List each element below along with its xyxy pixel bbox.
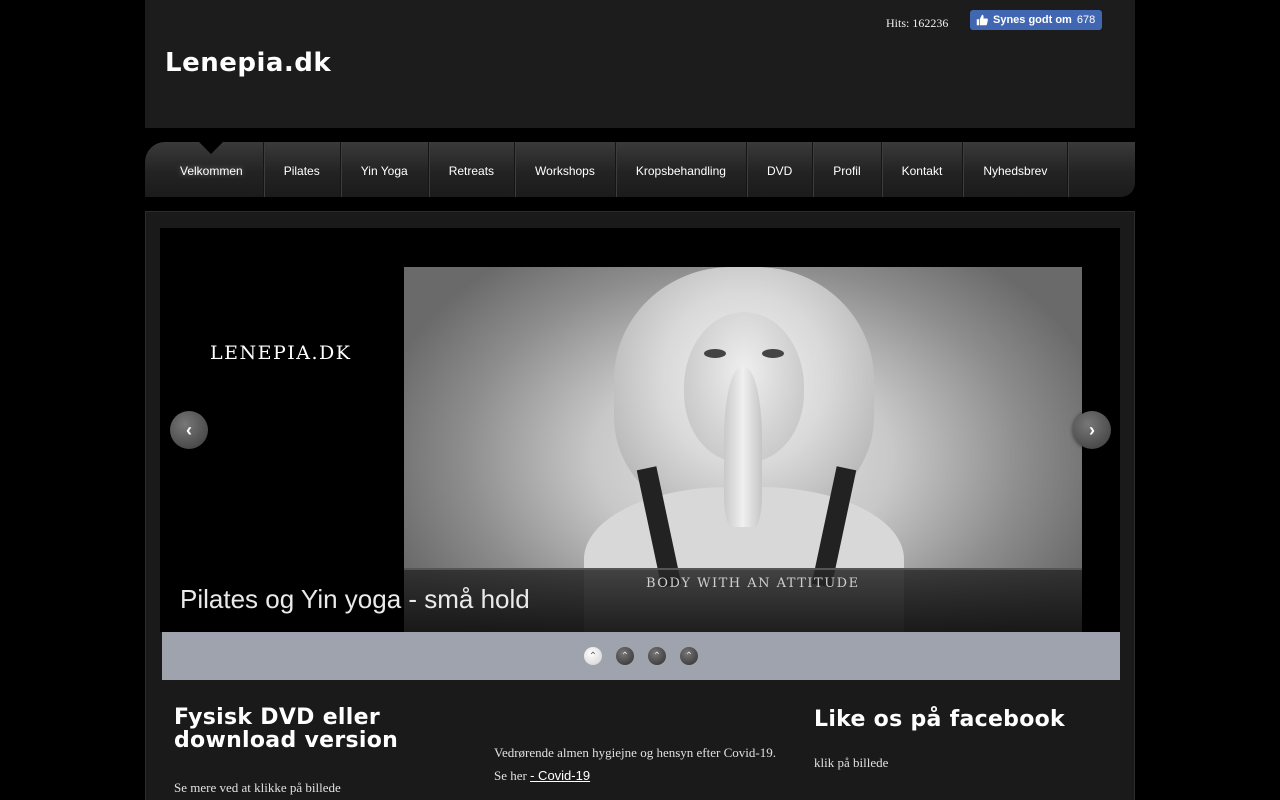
nav-item-retreats[interactable]: Retreats [429, 142, 516, 197]
covid-link-line: Se her - Covid-19 [494, 764, 794, 787]
slider-next-button[interactable]: › [1073, 411, 1111, 449]
main-navigation: Velkommen Pilates Yin Yoga Retreats Work… [145, 142, 1135, 197]
nav-item-nyhedsbrev[interactable]: Nyhedsbrev [963, 142, 1069, 197]
chevron-right-icon: › [1089, 419, 1095, 440]
dvd-text: Se mere ved at klikke på billede [174, 780, 341, 795]
site-header: Lenepia.dk Hits: 162236 Synes godt om 67… [145, 0, 1135, 128]
fb-like-count: 678 [1076, 14, 1096, 26]
covid-section: Vedrørende almen hygiejne og hensyn efte… [494, 741, 794, 787]
fb-like-label: Synes godt om [993, 14, 1072, 26]
thumbs-up-icon [976, 14, 988, 26]
nav-item-pilates[interactable]: Pilates [264, 142, 341, 197]
site-logo[interactable]: Lenepia.dk [165, 48, 331, 78]
slide-caption: Pilates og Yin yoga - små hold [180, 584, 530, 614]
slider-prev-button[interactable]: ‹ [170, 411, 208, 449]
slider-dot-3[interactable]: ⌃ [648, 647, 666, 665]
nav-item-profil[interactable]: Profil [813, 142, 882, 197]
slide-logo: LENEPIA.DK [210, 342, 352, 364]
covid-link-prefix: Se her [494, 768, 527, 783]
facebook-section: Like os på facebook klik på billede [814, 708, 1114, 774]
slide-tagline: BODY WITH AN ATTITUDE [646, 576, 860, 591]
image-slider: LENEPIA.DK BODY WITH AN ATTITUDE Pilates… [160, 228, 1120, 632]
nav-item-kontakt[interactable]: Kontakt [882, 142, 964, 197]
chevron-left-icon: ‹ [186, 419, 192, 440]
nav-item-velkommen[interactable]: Velkommen [160, 142, 264, 197]
covid-link[interactable]: - Covid-19 [530, 768, 590, 783]
hit-counter: Hits: 162236 [886, 16, 949, 30]
slider-dot-2[interactable]: ⌃ [616, 647, 634, 665]
chevron-up-icon: ⌃ [620, 650, 630, 662]
nav-item-yin-yoga[interactable]: Yin Yoga [341, 142, 429, 197]
slider-dot-4[interactable]: ⌃ [680, 647, 698, 665]
dvd-heading: Fysisk DVD eller download version [174, 705, 399, 753]
chevron-up-icon: ⌃ [588, 650, 598, 662]
slide-photo[interactable]: BODY WITH AN ATTITUDE [404, 267, 1082, 632]
slider-dot-1[interactable]: ⌃ [584, 647, 602, 665]
chevron-up-icon: ⌃ [684, 650, 694, 662]
slider-pagination: ⌃ ⌃ ⌃ ⌃ [162, 632, 1120, 680]
nav-item-workshops[interactable]: Workshops [515, 142, 616, 197]
nav-item-dvd[interactable]: DVD [747, 142, 814, 197]
facebook-text: klik på billede [814, 755, 889, 770]
facebook-heading: Like os på facebook [814, 707, 1065, 732]
chevron-up-icon: ⌃ [652, 650, 662, 662]
covid-text: Vedrørende almen hygiejne og hensyn efte… [494, 745, 776, 760]
nav-item-kropsbehandling[interactable]: Kropsbehandling [616, 142, 747, 197]
dvd-section: Fysisk DVD eller download version Se mer… [174, 706, 474, 799]
facebook-like-button[interactable]: Synes godt om 678 [970, 10, 1103, 30]
